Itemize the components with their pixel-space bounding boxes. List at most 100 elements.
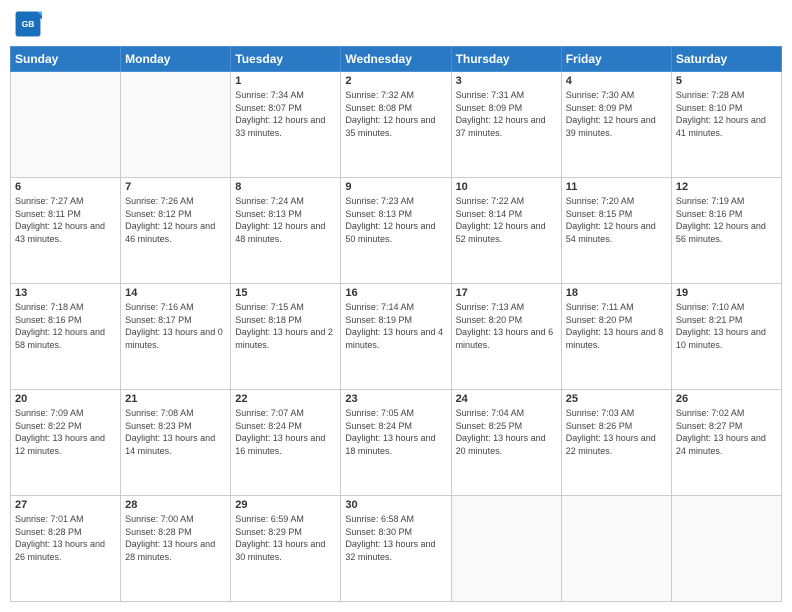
calendar-day-empty [451, 496, 561, 602]
calendar-day-7: 7Sunrise: 7:26 AMSunset: 8:12 PMDaylight… [121, 178, 231, 284]
calendar-day-25: 25 Sunrise: 7:03 AMSunset: 8:26 PMDayligh… [561, 390, 671, 496]
calendar-header-row: SundayMondayTuesdayWednesdayThursdayFrid… [11, 47, 782, 72]
day-info: Sunrise: 7:10 AMSunset: 8:21 PMDaylight:… [676, 301, 777, 351]
day-number: 22 [235, 393, 336, 405]
logo: GB [14, 10, 44, 38]
day-info: Sunrise: 7:20 AMSunset: 8:15 PMDaylight:… [566, 195, 667, 245]
calendar-day-26: 26 Sunrise: 7:02 AMSunset: 8:27 PMDayligh… [671, 390, 781, 496]
day-info: Sunrise: 7:28 AMSunset: 8:10 PMDaylight:… [676, 89, 777, 139]
calendar-day-13: 13 Sunrise: 7:18 AMSunset: 8:16 PMDayligh… [11, 284, 121, 390]
day-number: 11 [566, 181, 667, 193]
calendar-week-row: 27 Sunrise: 7:01 AMSunset: 8:28 PMDayligh… [11, 496, 782, 602]
day-number: 27 [15, 499, 116, 511]
calendar-day-2: 2Sunrise: 7:32 AMSunset: 8:08 PMDaylight… [341, 72, 451, 178]
day-info: Sunrise: 7:01 AMSunset: 8:28 PMDaylight:… [15, 513, 116, 563]
header: GB [10, 10, 782, 38]
calendar-day-17: 17 Sunrise: 7:13 AMSunset: 8:20 PMDayligh… [451, 284, 561, 390]
day-header-wednesday: Wednesday [341, 47, 451, 72]
day-info: Sunrise: 7:13 AMSunset: 8:20 PMDaylight:… [456, 301, 557, 351]
day-number: 26 [676, 393, 777, 405]
day-info: Sunrise: 7:14 AMSunset: 8:19 PMDaylight:… [345, 301, 446, 351]
calendar-day-28: 28Sunrise: 7:00 AMSunset: 8:28 PMDayligh… [121, 496, 231, 602]
calendar-day-20: 20Sunrise: 7:09 AMSunset: 8:22 PMDayligh… [11, 390, 121, 496]
day-header-saturday: Saturday [671, 47, 781, 72]
day-number: 15 [235, 287, 336, 299]
day-number: 18 [566, 287, 667, 299]
day-number: 9 [345, 181, 446, 193]
day-info: Sunrise: 7:02 AMSunset: 8:27 PMDaylight:… [676, 407, 777, 457]
day-info: Sunrise: 7:08 AMSunset: 8:23 PMDaylight:… [125, 407, 226, 457]
day-number: 28 [125, 499, 226, 511]
calendar-day-30: 30 Sunrise: 6:58 AMSunset: 8:30 PMDayligh… [341, 496, 451, 602]
calendar-day-15: 15Sunrise: 7:15 AMSunset: 8:18 PMDayligh… [231, 284, 341, 390]
day-info: Sunrise: 7:04 AMSunset: 8:25 PMDaylight:… [456, 407, 557, 457]
calendar-day-8: 8 Sunrise: 7:24 AMSunset: 8:13 PMDaylight… [231, 178, 341, 284]
day-info: Sunrise: 7:34 AMSunset: 8:07 PMDaylight:… [235, 89, 336, 139]
calendar-day-14: 14Sunrise: 7:16 AMSunset: 8:17 PMDayligh… [121, 284, 231, 390]
day-number: 12 [676, 181, 777, 193]
day-info: Sunrise: 7:11 AMSunset: 8:20 PMDaylight:… [566, 301, 667, 351]
day-info: Sunrise: 7:32 AMSunset: 8:08 PMDaylight:… [345, 89, 446, 139]
calendar-day-16: 16 Sunrise: 7:14 AMSunset: 8:19 PMDayligh… [341, 284, 451, 390]
day-info: Sunrise: 7:18 AMSunset: 8:16 PMDaylight:… [15, 301, 116, 351]
day-number: 13 [15, 287, 116, 299]
svg-text:GB: GB [22, 19, 35, 29]
calendar-day-9: 9 Sunrise: 7:23 AMSunset: 8:13 PMDaylight… [341, 178, 451, 284]
calendar-day-6: 6 Sunrise: 7:27 AMSunset: 8:11 PMDaylight… [11, 178, 121, 284]
day-number: 24 [456, 393, 557, 405]
day-info: Sunrise: 7:23 AMSunset: 8:13 PMDaylight:… [345, 195, 446, 245]
day-number: 8 [235, 181, 336, 193]
calendar-day-12: 12 Sunrise: 7:19 AMSunset: 8:16 PMDayligh… [671, 178, 781, 284]
day-header-monday: Monday [121, 47, 231, 72]
calendar-day-22: 22 Sunrise: 7:07 AMSunset: 8:24 PMDayligh… [231, 390, 341, 496]
day-number: 10 [456, 181, 557, 193]
calendar-day-5: 5 Sunrise: 7:28 AMSunset: 8:10 PMDaylight… [671, 72, 781, 178]
calendar-day-1: 1 Sunrise: 7:34 AMSunset: 8:07 PMDaylight… [231, 72, 341, 178]
calendar-day-11: 11 Sunrise: 7:20 AMSunset: 8:15 PMDayligh… [561, 178, 671, 284]
day-number: 29 [235, 499, 336, 511]
day-header-sunday: Sunday [11, 47, 121, 72]
day-number: 16 [345, 287, 446, 299]
day-info: Sunrise: 7:03 AMSunset: 8:26 PMDaylight:… [566, 407, 667, 457]
day-info: Sunrise: 7:26 AMSunset: 8:12 PMDaylight:… [125, 195, 226, 245]
logo-icon: GB [14, 10, 42, 38]
day-info: Sunrise: 7:07 AMSunset: 8:24 PMDaylight:… [235, 407, 336, 457]
day-info: Sunrise: 7:24 AMSunset: 8:13 PMDaylight:… [235, 195, 336, 245]
calendar-day-empty [11, 72, 121, 178]
calendar-day-23: 23Sunrise: 7:05 AMSunset: 8:24 PMDayligh… [341, 390, 451, 496]
day-info: Sunrise: 7:19 AMSunset: 8:16 PMDaylight:… [676, 195, 777, 245]
day-number: 1 [235, 75, 336, 87]
calendar-day-4: 4 Sunrise: 7:30 AMSunset: 8:09 PMDaylight… [561, 72, 671, 178]
day-info: Sunrise: 7:27 AMSunset: 8:11 PMDaylight:… [15, 195, 116, 245]
calendar-week-row: 13 Sunrise: 7:18 AMSunset: 8:16 PMDayligh… [11, 284, 782, 390]
day-info: Sunrise: 7:30 AMSunset: 8:09 PMDaylight:… [566, 89, 667, 139]
day-number: 5 [676, 75, 777, 87]
calendar-day-21: 21 Sunrise: 7:08 AMSunset: 8:23 PMDayligh… [121, 390, 231, 496]
day-number: 25 [566, 393, 667, 405]
day-number: 21 [125, 393, 226, 405]
calendar-day-empty [561, 496, 671, 602]
day-header-tuesday: Tuesday [231, 47, 341, 72]
calendar-day-empty [121, 72, 231, 178]
day-info: Sunrise: 7:31 AMSunset: 8:09 PMDaylight:… [456, 89, 557, 139]
day-number: 6 [15, 181, 116, 193]
day-number: 17 [456, 287, 557, 299]
calendar-day-10: 10Sunrise: 7:22 AMSunset: 8:14 PMDayligh… [451, 178, 561, 284]
calendar-day-18: 18 Sunrise: 7:11 AMSunset: 8:20 PMDayligh… [561, 284, 671, 390]
day-header-friday: Friday [561, 47, 671, 72]
day-number: 19 [676, 287, 777, 299]
day-info: Sunrise: 6:59 AMSunset: 8:29 PMDaylight:… [235, 513, 336, 563]
day-number: 4 [566, 75, 667, 87]
page: GB SundayMondayTuesdayWednesdayThursdayF… [0, 0, 792, 612]
calendar-week-row: 6 Sunrise: 7:27 AMSunset: 8:11 PMDaylight… [11, 178, 782, 284]
day-header-thursday: Thursday [451, 47, 561, 72]
calendar-day-empty [671, 496, 781, 602]
day-number: 3 [456, 75, 557, 87]
calendar-day-19: 19 Sunrise: 7:10 AMSunset: 8:21 PMDayligh… [671, 284, 781, 390]
day-info: Sunrise: 7:16 AMSunset: 8:17 PMDaylight:… [125, 301, 226, 351]
day-number: 30 [345, 499, 446, 511]
calendar-week-row: 1 Sunrise: 7:34 AMSunset: 8:07 PMDaylight… [11, 72, 782, 178]
calendar-day-29: 29 Sunrise: 6:59 AMSunset: 8:29 PMDayligh… [231, 496, 341, 602]
day-number: 20 [15, 393, 116, 405]
day-info: Sunrise: 6:58 AMSunset: 8:30 PMDaylight:… [345, 513, 446, 563]
